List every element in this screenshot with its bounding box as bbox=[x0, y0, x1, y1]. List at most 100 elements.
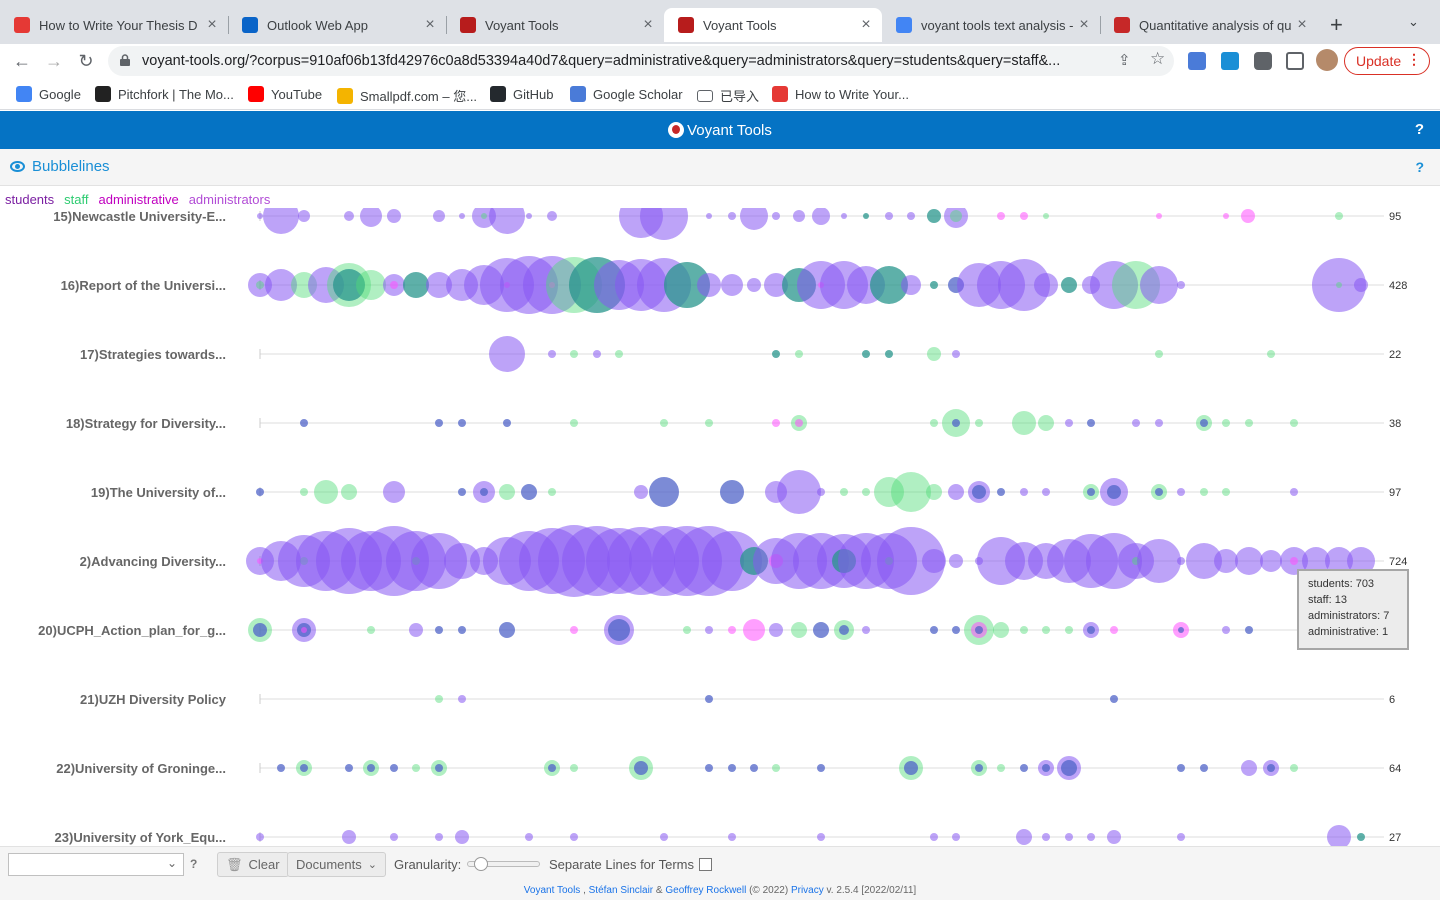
term-bubble[interactable] bbox=[862, 488, 870, 496]
term-bubble[interactable] bbox=[1042, 833, 1050, 841]
term-bubble[interactable] bbox=[1012, 411, 1036, 435]
browser-tab[interactable]: Outlook Web App × bbox=[228, 8, 447, 42]
term-bubble[interactable] bbox=[952, 350, 960, 358]
back-arrow-icon[interactable]: ← bbox=[10, 49, 34, 73]
term-bubble[interactable] bbox=[1222, 419, 1230, 427]
term-bubble[interactable] bbox=[1200, 419, 1208, 427]
term-bubble[interactable] bbox=[1110, 695, 1118, 703]
bookmark-item[interactable]: How to Write Your... bbox=[772, 86, 909, 102]
term-bubble[interactable] bbox=[409, 623, 423, 637]
term-bubble[interactable] bbox=[480, 488, 488, 496]
term-bubble[interactable] bbox=[949, 554, 963, 568]
term-bubble[interactable] bbox=[772, 764, 780, 772]
document-label[interactable]: 2)Advancing Diversity... bbox=[80, 554, 226, 569]
document-label[interactable]: 16)Report of the Universi... bbox=[61, 278, 226, 293]
term-bubble[interactable] bbox=[705, 419, 713, 427]
term-bubble[interactable] bbox=[705, 764, 713, 772]
term-bubble[interactable] bbox=[634, 761, 648, 775]
term-bubble[interactable] bbox=[705, 626, 713, 634]
translate-zh-extension-icon[interactable] bbox=[1221, 52, 1239, 70]
term-bubble[interactable] bbox=[570, 833, 578, 841]
term-bubble[interactable] bbox=[455, 830, 469, 844]
term-bubble[interactable] bbox=[885, 350, 893, 358]
browser-tab[interactable]: Quantitative analysis of qu × bbox=[1100, 8, 1318, 42]
term-bubble[interactable] bbox=[1200, 488, 1208, 496]
term-bubble[interactable] bbox=[499, 622, 515, 638]
term-bubble[interactable] bbox=[521, 484, 537, 500]
term-bubble[interactable] bbox=[972, 485, 986, 499]
extensions-puzzle-icon[interactable] bbox=[1254, 52, 1272, 70]
term-bubble[interactable] bbox=[593, 350, 601, 358]
term-bubble[interactable] bbox=[300, 419, 308, 427]
document-label[interactable]: 20)UCPH_Action_plan_for_g... bbox=[38, 623, 226, 638]
term-bubble[interactable] bbox=[1065, 833, 1073, 841]
term-bubble[interactable] bbox=[1178, 627, 1184, 633]
term-bubble[interactable] bbox=[1245, 626, 1253, 634]
term-bubble[interactable] bbox=[930, 419, 938, 427]
term-bubble[interactable] bbox=[1140, 266, 1178, 304]
term-bubble[interactable] bbox=[300, 764, 308, 772]
term-bubble[interactable] bbox=[1110, 626, 1118, 634]
term-bubble[interactable] bbox=[975, 764, 983, 772]
term-bubble[interactable] bbox=[1042, 626, 1050, 634]
term-bubble[interactable] bbox=[253, 623, 267, 637]
term-bubble[interactable] bbox=[1335, 212, 1343, 220]
term-bubble[interactable] bbox=[795, 350, 803, 358]
browser-tab[interactable]: Voyant Tools × bbox=[446, 8, 664, 42]
forward-arrow-icon[interactable]: → bbox=[42, 49, 66, 73]
term-bubble[interactable] bbox=[570, 764, 578, 772]
term-bubble[interactable] bbox=[791, 622, 807, 638]
close-tab-icon[interactable]: × bbox=[422, 16, 438, 34]
document-label[interactable]: 18)Strategy for Diversity... bbox=[66, 416, 226, 431]
term-bubble[interactable] bbox=[683, 626, 691, 634]
term-bubble[interactable] bbox=[608, 619, 630, 641]
term-bubble[interactable] bbox=[772, 350, 780, 358]
term-bubble[interactable] bbox=[1290, 557, 1298, 565]
term-bubble[interactable] bbox=[367, 626, 375, 634]
side-panel-icon[interactable] bbox=[1286, 52, 1304, 70]
term-bubble[interactable] bbox=[1087, 626, 1095, 634]
term-bubble[interactable] bbox=[705, 695, 713, 703]
term-bubble[interactable] bbox=[548, 764, 556, 772]
term-bubble[interactable] bbox=[817, 833, 825, 841]
term-bubble[interactable] bbox=[747, 278, 761, 292]
term-bubble[interactable] bbox=[728, 212, 736, 220]
term-bubble[interactable] bbox=[1020, 626, 1028, 634]
term-bubble[interactable] bbox=[863, 213, 869, 219]
term-bubble[interactable] bbox=[1061, 277, 1077, 293]
term-bubble[interactable] bbox=[435, 833, 443, 841]
term-bubble[interactable] bbox=[993, 622, 1009, 638]
bookmark-item[interactable]: 已导入 bbox=[697, 86, 759, 105]
term-bubble[interactable] bbox=[772, 419, 780, 427]
tab-search-chevron-icon[interactable]: ⌄ bbox=[1408, 14, 1419, 30]
term-bubble[interactable] bbox=[812, 208, 830, 225]
search-help-icon[interactable]: ? bbox=[190, 857, 197, 871]
term-bubble[interactable] bbox=[1267, 350, 1275, 358]
term-bubble[interactable] bbox=[367, 764, 375, 772]
term-bubble[interactable] bbox=[1327, 825, 1351, 846]
term-bubble[interactable] bbox=[952, 833, 960, 841]
term-bubble[interactable] bbox=[383, 481, 405, 503]
term-bubble[interactable] bbox=[1177, 488, 1185, 496]
term-bubble[interactable] bbox=[1155, 350, 1163, 358]
term-bubble[interactable] bbox=[435, 626, 443, 634]
granularity-slider[interactable] bbox=[467, 857, 540, 871]
term-bubble[interactable] bbox=[256, 281, 264, 289]
term-bubble[interactable] bbox=[345, 764, 353, 772]
bookmark-item[interactable]: Google bbox=[16, 86, 81, 102]
bookmark-item[interactable]: Google Scholar bbox=[570, 86, 683, 102]
document-label[interactable]: 17)Strategies towards... bbox=[80, 347, 226, 362]
term-bubble[interactable] bbox=[1214, 549, 1238, 573]
term-bubble[interactable] bbox=[1020, 488, 1028, 496]
term-bubble[interactable] bbox=[997, 488, 1005, 496]
term-bubble[interactable] bbox=[901, 275, 921, 295]
address-bar[interactable]: voyant-tools.org/?corpus=910af06b13fd429… bbox=[108, 46, 1174, 76]
bookmark-star-icon[interactable]: ☆ bbox=[1150, 49, 1165, 69]
term-bubble[interactable] bbox=[793, 210, 805, 222]
term-bubble[interactable] bbox=[952, 626, 960, 634]
term-bubble[interactable] bbox=[526, 213, 532, 219]
browser-tab[interactable]: How to Write Your Thesis D × bbox=[0, 8, 229, 42]
term-bubble[interactable] bbox=[342, 830, 356, 844]
browser-tab[interactable]: voyant tools text analysis - × bbox=[882, 8, 1101, 42]
term-bubble[interactable] bbox=[907, 212, 915, 220]
